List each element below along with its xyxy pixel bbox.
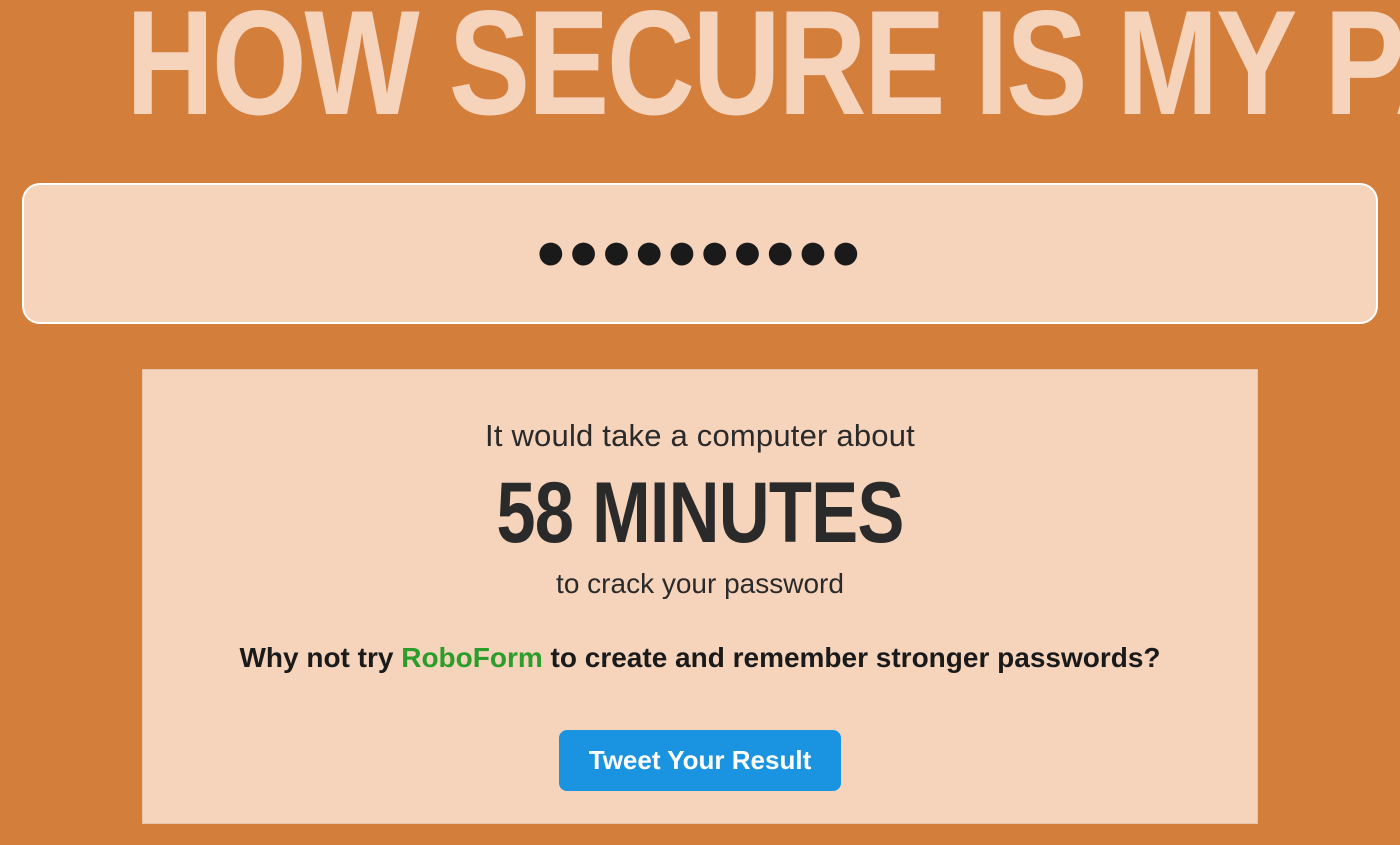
roboform-link[interactable]: RoboForm bbox=[401, 642, 543, 673]
result-lead-text: It would take a computer about bbox=[173, 418, 1227, 454]
result-card: It would take a computer about 58 MINUTE… bbox=[142, 369, 1258, 824]
suggestion-post: to create and remember stronger password… bbox=[543, 642, 1161, 673]
suggestion-pre: Why not try bbox=[239, 642, 401, 673]
result-time-value: 58 MINUTES bbox=[268, 470, 1132, 556]
suggestion-text: Why not try RoboForm to create and remem… bbox=[173, 642, 1227, 674]
tweet-result-button[interactable]: Tweet Your Result bbox=[559, 730, 842, 791]
password-input-container bbox=[22, 183, 1378, 324]
page-title: HOW SECURE IS MY PASSWORD? bbox=[126, 0, 1274, 131]
result-sub-text: to crack your password bbox=[173, 568, 1227, 600]
password-input[interactable] bbox=[22, 183, 1378, 324]
